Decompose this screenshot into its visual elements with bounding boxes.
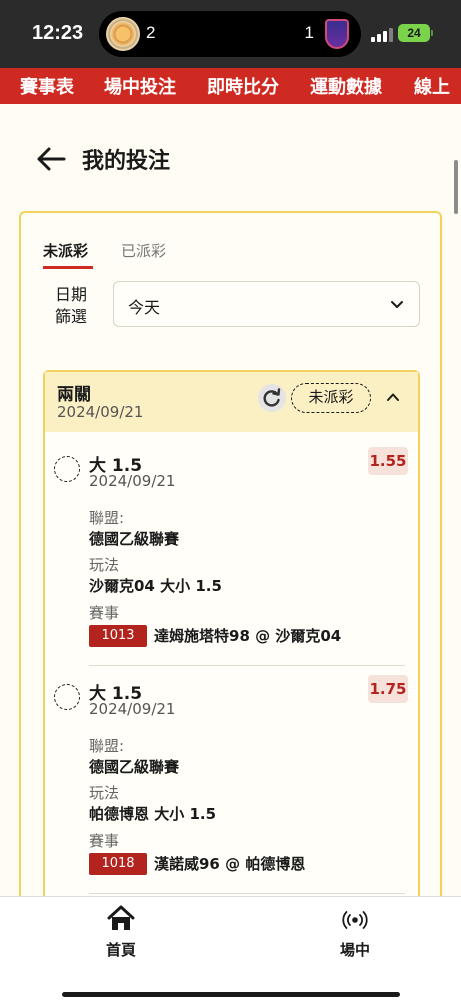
league-value: 德國乙級聯賽 [89, 530, 180, 548]
tab-settled[interactable]: 已派彩 [121, 240, 166, 261]
page-scrollbar[interactable] [454, 160, 458, 214]
market-value: 沙爾克04 大小 1.5 [89, 577, 222, 595]
league-label: 聯盟: [89, 737, 125, 755]
bet-date: 2024/09/21 [89, 472, 176, 490]
parlay-group-header[interactable]: 兩關 2024/09/21 未派彩 [45, 372, 418, 432]
league-value: 德國乙級聯賽 [89, 758, 180, 776]
parlay-date: 2024/09/21 [57, 403, 144, 421]
bottom-nav-home[interactable]: 首頁 [96, 905, 146, 959]
status-time: 12:23 [32, 22, 84, 44]
top-nav-live-betting[interactable]: 場中投注 [104, 73, 176, 99]
market-label: 玩法 [89, 556, 120, 574]
battery-icon: 24 [398, 24, 430, 42]
refresh-icon [263, 388, 281, 407]
date-filter-select[interactable]: 今天 [113, 281, 420, 327]
chevron-up-icon[interactable] [386, 390, 400, 404]
score-left: 2 [146, 23, 156, 42]
league-label: 聯盟: [89, 509, 125, 527]
bottom-nav-live-label: 場中 [339, 941, 370, 959]
match-code-badge: 1013 [89, 625, 147, 647]
market-value: 帕德博恩 大小 1.5 [89, 805, 217, 823]
top-nav-schedule[interactable]: 賽事表 [20, 73, 74, 99]
status-bar: 12:23 2 1 24 [0, 0, 461, 68]
home-indicator[interactable] [62, 992, 400, 997]
top-nav-sports-data[interactable]: 運動數據 [310, 73, 382, 99]
top-nav-online[interactable]: 線上 [414, 73, 450, 99]
back-arrow-icon[interactable] [36, 146, 66, 172]
active-tab-indicator [43, 266, 93, 269]
team-logo-left-icon [106, 17, 140, 51]
bottom-nav: 首頁 場中 [0, 896, 461, 1000]
battery-tip [431, 30, 433, 36]
bets-card: 未派彩 已派彩 日期篩選 今天 兩關 2024/09/21 未派彩 大 1.5 … [19, 211, 442, 931]
live-broadcast-icon [342, 911, 368, 929]
chevron-down-icon [391, 301, 403, 308]
odds-badge: 1.75 [368, 675, 408, 703]
top-nav-live-score[interactable]: 即時比分 [207, 73, 279, 99]
refresh-button[interactable] [258, 384, 286, 412]
bet-divider [89, 893, 405, 894]
team-logo-right-icon [325, 19, 349, 49]
date-filter-label: 日期篩選 [55, 285, 88, 326]
match-code-badge: 1018 [89, 853, 147, 875]
odds-badge: 1.55 [368, 447, 408, 475]
event-label: 賽事 [89, 604, 120, 622]
page-title: 我的投注 [82, 149, 171, 174]
tab-unsettled[interactable]: 未派彩 [43, 240, 88, 261]
pending-status-icon [54, 684, 80, 710]
event-label: 賽事 [89, 832, 120, 850]
match-name: 達姆施塔特98 @ 沙爾克04 [154, 627, 342, 645]
date-filter-value: 今天 [128, 298, 161, 317]
score-right: 1 [304, 23, 314, 42]
match-name: 漢諾威96 @ 帕德博恩 [154, 855, 306, 873]
market-label: 玩法 [89, 784, 120, 802]
top-nav: 賽事表 場中投注 即時比分 運動數據 線上 [0, 68, 461, 104]
bet-date: 2024/09/21 [89, 700, 176, 718]
signal-icon [371, 28, 393, 42]
bet-divider [89, 665, 405, 666]
parlay-type: 兩關 [57, 385, 91, 405]
home-icon [107, 905, 135, 930]
bottom-nav-live[interactable]: 場中 [330, 905, 380, 959]
parlay-group: 兩關 2024/09/21 未派彩 大 1.5 2024/09/21 1.55 … [43, 370, 420, 929]
pending-status-icon [54, 456, 80, 482]
live-activity-island[interactable]: 2 1 [99, 11, 361, 57]
bottom-nav-home-label: 首頁 [105, 941, 136, 959]
status-badge: 未派彩 [291, 383, 371, 413]
